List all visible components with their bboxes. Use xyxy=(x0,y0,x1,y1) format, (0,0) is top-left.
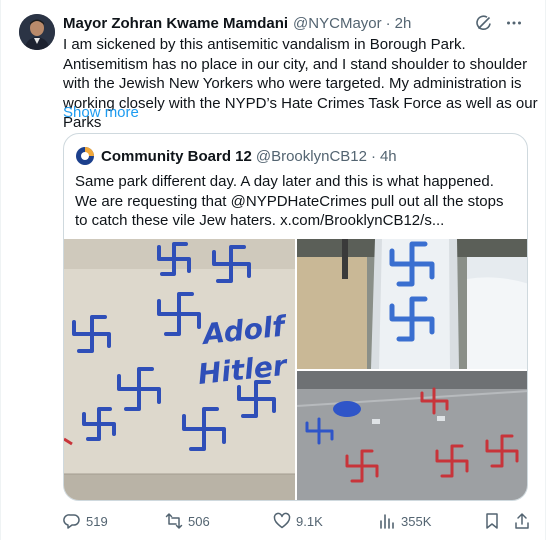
author-avatar[interactable] xyxy=(19,14,55,50)
tweet-actions: 519 506 9.1K 355K xyxy=(63,510,531,534)
quote-author-avatar[interactable] xyxy=(75,146,95,166)
share-button[interactable] xyxy=(513,512,531,530)
header-icons xyxy=(475,12,523,34)
quote-media-grid: Adolf Hitler xyxy=(64,239,527,500)
reply-count: 519 xyxy=(86,513,108,529)
quote-text: Same park different day. A day later and… xyxy=(75,173,504,229)
vandalized-wall-photo[interactable]: Adolf Hitler xyxy=(64,239,295,500)
separator-dot: · xyxy=(385,14,391,32)
vandalized-pavement-photo[interactable] xyxy=(297,371,527,500)
tweet-container: Mayor Zohran Kwame Mamdani @NYCMayor · 2… xyxy=(0,0,546,540)
repost-icon xyxy=(165,512,183,530)
reply-button[interactable]: 519 xyxy=(63,512,108,530)
quote-separator-dot: · xyxy=(370,147,376,165)
analytics-icon xyxy=(378,512,396,530)
reply-icon xyxy=(63,512,81,530)
quote-author-handle[interactable]: @BrooklynCB12 xyxy=(256,148,367,165)
repost-button[interactable]: 506 xyxy=(165,512,210,530)
tweet-header: Mayor Zohran Kwame Mamdani @NYCMayor · 2… xyxy=(63,12,533,34)
quote-header: Community Board 12 @BrooklynCB12 · 4h xyxy=(75,146,397,166)
more-icon[interactable] xyxy=(505,14,523,32)
heart-icon xyxy=(273,512,291,530)
views-button[interactable]: 355K xyxy=(378,512,431,530)
author-handle[interactable]: @NYCMayor xyxy=(293,15,382,32)
repost-count: 506 xyxy=(188,513,210,529)
share-icon xyxy=(513,512,531,530)
like-count: 9.1K xyxy=(296,513,323,529)
quote-author-name[interactable]: Community Board 12 xyxy=(101,148,252,165)
quote-timestamp[interactable]: 4h xyxy=(380,148,397,165)
bookmark-button[interactable] xyxy=(483,512,501,530)
quoted-tweet[interactable]: Community Board 12 @BrooklynCB12 · 4h Sa… xyxy=(63,133,528,501)
tweet-timestamp[interactable]: 2h xyxy=(395,15,412,32)
show-more-link[interactable]: Show more xyxy=(63,104,139,121)
like-button[interactable]: 9.1K xyxy=(273,512,323,530)
views-count: 355K xyxy=(401,513,432,529)
grok-icon[interactable] xyxy=(475,14,493,32)
author-name[interactable]: Mayor Zohran Kwame Mamdani xyxy=(63,15,288,32)
bookmark-icon xyxy=(483,512,501,530)
vandalized-slide-photo[interactable] xyxy=(297,239,527,369)
